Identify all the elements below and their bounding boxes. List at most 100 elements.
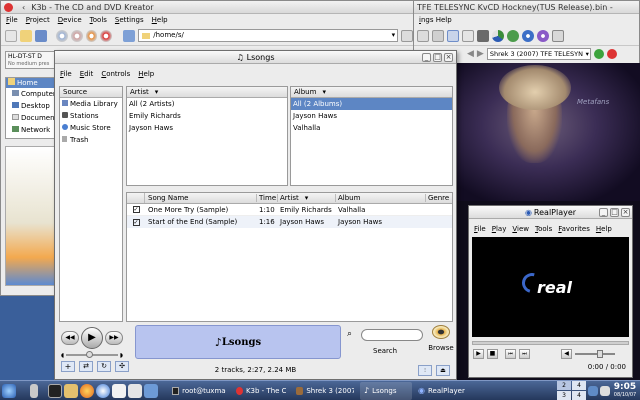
settings-icon[interactable] [537, 29, 549, 42]
close-icon[interactable]: × [621, 208, 630, 217]
kaffeine-titlebar[interactable]: TFE TELESYNC KvCD Hockney(TUS Release).b… [414, 1, 639, 14]
source-item-stations[interactable]: Stations [60, 110, 122, 122]
reload-icon[interactable] [401, 29, 414, 42]
source-header[interactable]: Source [60, 87, 122, 98]
column-check[interactable] [127, 193, 145, 203]
pie-icon[interactable] [492, 29, 504, 42]
k3b-menu-file[interactable]: File [6, 16, 18, 24]
clipboard-tray-icon[interactable] [600, 385, 610, 396]
rp-menu-file[interactable]: File [474, 225, 486, 233]
arrow-right-icon[interactable]: ▶ [477, 49, 484, 59]
new-icon[interactable] [5, 29, 17, 42]
source-item-music-store[interactable]: Music Store [60, 122, 122, 134]
album-item[interactable]: Jayson Haws [291, 110, 452, 122]
tree-item-documents[interactable]: Documen [6, 112, 55, 124]
close-icon[interactable]: × [444, 53, 453, 62]
column-artist[interactable]: Artist ▾ [278, 194, 336, 202]
lsongs-menu-controls[interactable]: Controls [101, 70, 130, 78]
lsongs-menu-file[interactable]: File [60, 70, 72, 78]
rp-menu-favorites[interactable]: Favorites [558, 225, 590, 233]
config-icon[interactable] [552, 29, 564, 42]
tree-item-home[interactable]: Home [6, 78, 54, 88]
lsongs-menu-edit[interactable]: Edit [80, 70, 94, 78]
kaffeine-video[interactable]: Metafans [457, 63, 640, 201]
column-genre[interactable]: Genre [426, 194, 449, 202]
play-green-icon[interactable] [593, 49, 604, 59]
artist-item[interactable]: Emily Richards [127, 110, 287, 122]
clock[interactable]: 9:05 08/10/07 [612, 382, 638, 399]
burn-cd-icon[interactable] [55, 29, 68, 42]
k3b-menu-project[interactable]: Project [26, 16, 50, 24]
zoom-icon[interactable] [462, 29, 474, 42]
terminal-launcher-icon[interactable] [48, 383, 62, 398]
maximize-icon[interactable]: □ [610, 208, 619, 217]
realplayer-screen[interactable]: real [472, 237, 629, 337]
mail-launcher-icon[interactable] [112, 383, 126, 398]
rp-volume-track[interactable] [575, 350, 615, 358]
kaffeine-menu-partial[interactable]: ings Help [419, 16, 452, 24]
trash-launcher-icon[interactable] [30, 383, 38, 398]
k3b-path-field[interactable]: /home/s/ ▾ [138, 29, 399, 42]
task-k3b[interactable]: K3b - The CD [232, 382, 290, 400]
artist-header[interactable]: Artist ▾ [127, 87, 287, 98]
equalizer-button[interactable]: ⫶ [418, 364, 432, 376]
open-icon[interactable] [19, 29, 32, 42]
home-launcher-icon[interactable] [64, 383, 78, 398]
minimize-icon[interactable]: _ [422, 53, 431, 62]
artist-item[interactable]: All (2 Artists) [127, 98, 287, 110]
rp-volume-knob[interactable] [597, 350, 603, 358]
track-checkbox[interactable]: ✓ [127, 204, 145, 215]
tree-item-network[interactable]: Network [6, 124, 54, 136]
up-icon[interactable] [123, 29, 136, 42]
konqueror-launcher-icon[interactable] [96, 383, 110, 398]
monitor-launcher-icon[interactable] [144, 383, 158, 398]
album-item[interactable]: All (2 Albums) [291, 98, 452, 110]
save-icon[interactable] [34, 29, 47, 42]
rp-menu-play[interactable]: Play [492, 225, 507, 233]
column-song-name[interactable]: Song Name [145, 194, 257, 202]
track-checkbox[interactable]: ✓ [127, 216, 145, 228]
maximize-icon[interactable]: □ [433, 53, 442, 62]
task-terminal[interactable]: root@tuxmach [168, 382, 230, 400]
erase-icon[interactable] [85, 29, 98, 42]
stop-button[interactable]: ■ [487, 349, 498, 359]
k3b-titlebar[interactable]: ‹ K3b - The CD and DVD Kreator [1, 1, 417, 14]
office-launcher-icon[interactable] [128, 383, 142, 398]
artist-item[interactable]: Jayson Haws [127, 122, 287, 134]
chevron-down-icon[interactable]: ▾ [392, 30, 396, 41]
volume-slider[interactable]: ◖ ◗ [61, 351, 123, 359]
k-menu-icon[interactable] [2, 383, 16, 398]
album-header[interactable]: Album ▾ [291, 87, 452, 98]
rp-menu-tools[interactable]: Tools [535, 225, 552, 233]
play-button[interactable]: ▶ [81, 327, 103, 349]
source-item-trash[interactable]: Trash [60, 134, 122, 146]
k3b-menu-settings[interactable]: Settings [115, 16, 144, 24]
pager-desktop[interactable]: 3 [557, 391, 571, 400]
search-input[interactable] [361, 329, 423, 341]
task-lsongs[interactable]: ♪ Lsongs [360, 381, 412, 400]
album-item[interactable]: Valhalla [291, 122, 452, 134]
tree-item-computer[interactable]: Computer [6, 88, 56, 100]
rp-menu-help[interactable]: Help [596, 225, 612, 233]
column-album[interactable]: Album [336, 194, 426, 202]
back-icon[interactable] [417, 29, 429, 42]
eject-button[interactable]: ⏏ [436, 364, 450, 376]
column-time[interactable]: Time [257, 194, 278, 202]
next-button[interactable]: ⏭ [519, 349, 530, 359]
browse-button[interactable]: Browse [427, 325, 455, 359]
play-button[interactable]: ▶ [473, 349, 484, 359]
speaker-icon[interactable]: ◀ [561, 349, 572, 359]
pager-desktop[interactable]: 4 [572, 391, 586, 400]
task-kaffeine[interactable]: Shrek 3 (2007) [292, 382, 358, 400]
pager-desktop[interactable]: 4 [572, 381, 586, 390]
k3b-menu-tools[interactable]: Tools [90, 16, 107, 24]
lsongs-titlebar[interactable]: ♫ Lsongs _ □ × [55, 51, 456, 64]
arrow-left-icon[interactable]: ◀ [467, 49, 474, 59]
next-button[interactable]: ▶▶ [105, 331, 123, 345]
table-row[interactable]: ✓ One More Try (Sample) 1:10 Emily Richa… [127, 204, 452, 216]
lsongs-menu-help[interactable]: Help [138, 70, 154, 78]
copy-cd-icon[interactable] [70, 29, 83, 42]
volume-knob[interactable] [86, 351, 94, 358]
flower-icon[interactable] [522, 29, 534, 42]
kaffeine-channel-select[interactable]: Shrek 3 (2007) TFE TELESYN ▾ [486, 48, 591, 60]
